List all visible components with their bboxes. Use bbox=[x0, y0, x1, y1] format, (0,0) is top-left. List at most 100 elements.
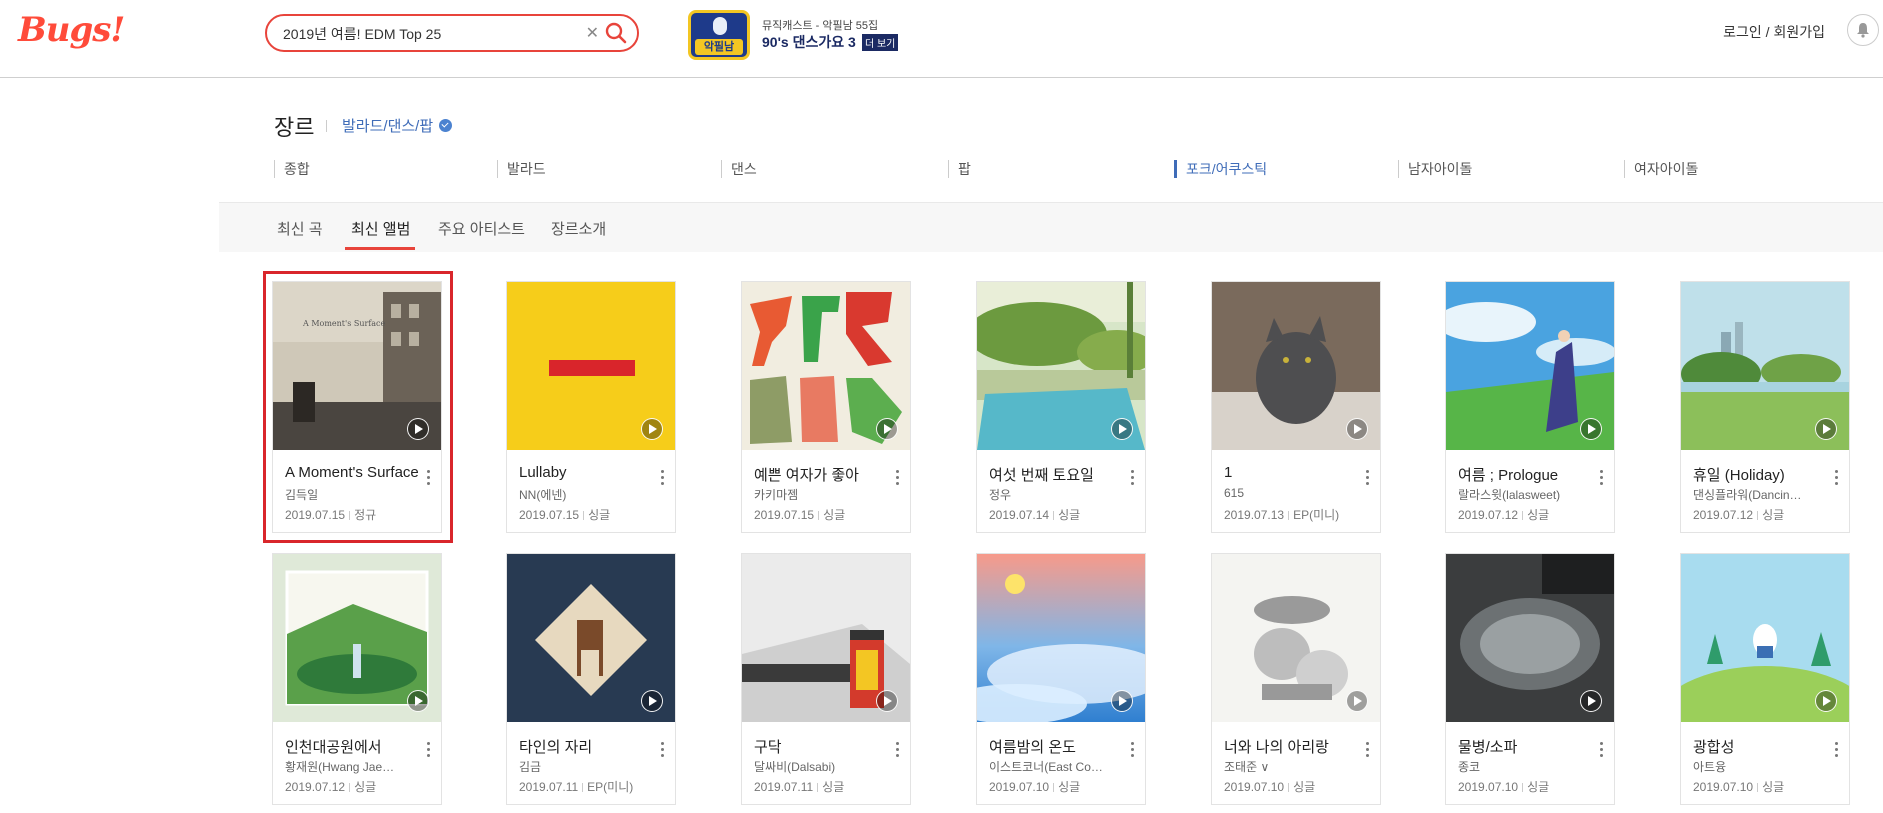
search-input[interactable] bbox=[283, 24, 573, 44]
category-all[interactable]: 종합 bbox=[274, 160, 310, 178]
more-options-icon[interactable] bbox=[659, 742, 665, 760]
album-card[interactable]: 인천대공원에서 황재원(Hwang Jae… 2019.07.12 싱글 bbox=[272, 553, 442, 805]
album-title[interactable]: 예쁜 여자가 좋아 bbox=[754, 464, 890, 485]
album-card[interactable]: 1 615 2019.07.13 EP(미니) bbox=[1211, 281, 1381, 533]
play-icon[interactable] bbox=[1580, 690, 1602, 712]
play-icon[interactable] bbox=[876, 690, 898, 712]
more-options-icon[interactable] bbox=[659, 470, 665, 488]
album-artist[interactable]: 아트융 bbox=[1693, 758, 1823, 775]
more-options-icon[interactable] bbox=[894, 742, 900, 760]
album-title[interactable]: 구닥 bbox=[754, 736, 890, 757]
album-card[interactable]: 광합성 아트융 2019.07.10 싱글 bbox=[1680, 553, 1850, 805]
play-icon[interactable] bbox=[1346, 418, 1368, 440]
album-type: 싱글 bbox=[1762, 780, 1785, 794]
release-date: 2019.07.10 bbox=[989, 780, 1050, 794]
login-signup-link[interactable]: 로그인 / 회원가입 bbox=[1723, 22, 1825, 42]
album-meta: 2019.07.12 싱글 bbox=[285, 778, 376, 795]
play-icon[interactable] bbox=[1346, 690, 1368, 712]
album-title[interactable]: 여름 ; Prologue bbox=[1458, 464, 1594, 485]
album-title[interactable]: 여섯 번째 토요일 bbox=[989, 464, 1125, 485]
tab-main-artists[interactable]: 주요 아티스트 bbox=[438, 218, 525, 239]
album-artist[interactable]: 이스트코너(East Co… bbox=[989, 758, 1119, 775]
more-options-icon[interactable] bbox=[894, 470, 900, 488]
album-title[interactable]: 인천대공원에서 bbox=[285, 736, 421, 757]
clear-icon[interactable]: ✕ bbox=[586, 23, 599, 43]
album-title[interactable]: 1 bbox=[1224, 464, 1360, 481]
album-meta: 2019.07.10 싱글 bbox=[1224, 778, 1315, 795]
album-title[interactable]: 여름밤의 온도 bbox=[989, 736, 1125, 757]
more-options-icon[interactable] bbox=[1598, 470, 1604, 488]
album-type: 싱글 bbox=[354, 780, 377, 794]
album-artist[interactable]: 랄라스윗(lalasweet) bbox=[1458, 486, 1588, 503]
album-card[interactable]: 여섯 번째 토요일 정우 2019.07.14 싱글 bbox=[976, 281, 1146, 533]
album-card[interactable]: 물병/소파 종코 2019.07.10 싱글 bbox=[1445, 553, 1615, 805]
musiccast-promo[interactable]: 악필남 뮤직캐스트 - 악필남 55집 90's 댄스가요 3 더 보기 bbox=[688, 10, 948, 60]
album-artist[interactable]: 종코 bbox=[1458, 758, 1588, 775]
album-title[interactable]: Lullaby bbox=[519, 464, 655, 481]
genre-selector[interactable]: 발라드/댄스/팝 bbox=[342, 115, 453, 136]
release-date: 2019.07.11 bbox=[754, 780, 814, 794]
album-title[interactable]: 물병/소파 bbox=[1458, 736, 1594, 757]
notification-button[interactable] bbox=[1847, 14, 1879, 46]
tab-latest-albums[interactable]: 최신 앨범 bbox=[351, 218, 410, 239]
category-ballad[interactable]: 발라드 bbox=[497, 160, 546, 178]
play-icon[interactable] bbox=[641, 690, 663, 712]
album-artist[interactable]: NN(에넨) bbox=[519, 486, 649, 503]
category-pop[interactable]: 팝 bbox=[948, 160, 971, 178]
album-meta: 2019.07.11 EP(미니) bbox=[519, 778, 633, 795]
album-card[interactable]: 타인의 자리 김금 2019.07.11 EP(미니) bbox=[506, 553, 676, 805]
play-icon[interactable] bbox=[1580, 418, 1602, 440]
promo-title: 90's 댄스가요 3 bbox=[762, 34, 856, 50]
album-card[interactable]: Lullaby NN(에넨) 2019.07.15 싱글 bbox=[506, 281, 676, 533]
more-options-icon[interactable] bbox=[1364, 742, 1370, 760]
album-card[interactable]: 여름밤의 온도 이스트코너(East Co… 2019.07.10 싱글 bbox=[976, 553, 1146, 805]
play-icon[interactable] bbox=[1815, 690, 1837, 712]
more-options-icon[interactable] bbox=[425, 742, 431, 760]
play-icon[interactable] bbox=[1111, 690, 1133, 712]
chevron-down-icon bbox=[439, 119, 453, 132]
album-meta: 2019.07.10 싱글 bbox=[1458, 778, 1549, 795]
more-options-icon[interactable] bbox=[1598, 742, 1604, 760]
album-title[interactable]: 휴일 (Holiday) bbox=[1693, 464, 1829, 485]
play-icon[interactable] bbox=[407, 690, 429, 712]
album-artist[interactable]: 카키마젬 bbox=[754, 486, 884, 503]
tab-genre-intro[interactable]: 장르소개 bbox=[551, 218, 606, 239]
play-icon[interactable] bbox=[876, 418, 898, 440]
more-options-icon[interactable] bbox=[1833, 742, 1839, 760]
album-card[interactable]: 여름 ; Prologue 랄라스윗(lalasweet) 2019.07.12… bbox=[1445, 281, 1615, 533]
album-card[interactable]: 구닥 달싸비(Dalsabi) 2019.07.11 싱글 bbox=[741, 553, 911, 805]
play-icon[interactable] bbox=[1815, 418, 1837, 440]
promo-more-button[interactable]: 더 보기 bbox=[862, 34, 899, 51]
album-artist[interactable]: 정우 bbox=[989, 486, 1119, 503]
album-type: 싱글 bbox=[1527, 780, 1550, 794]
album-title[interactable]: 너와 나의 아리랑 bbox=[1224, 736, 1360, 757]
album-card[interactable]: 예쁜 여자가 좋아 카키마젬 2019.07.15 싱글 bbox=[741, 281, 911, 533]
bugs-logo[interactable]: Bugs! bbox=[18, 10, 125, 50]
album-card[interactable]: 휴일 (Holiday) 댄싱플라워(Dancin… 2019.07.12 싱글 bbox=[1680, 281, 1850, 533]
album-meta: 2019.07.10 싱글 bbox=[1693, 778, 1784, 795]
album-artist[interactable]: 달싸비(Dalsabi) bbox=[754, 758, 884, 775]
more-options-icon[interactable] bbox=[1364, 470, 1370, 488]
album-artist[interactable]: 황재원(Hwang Jae… bbox=[285, 758, 415, 775]
album-card[interactable]: 너와 나의 아리랑 조태준 ∨ 2019.07.10 싱글 bbox=[1211, 553, 1381, 805]
album-meta: 2019.07.13 EP(미니) bbox=[1224, 506, 1339, 523]
category-girl-idol[interactable]: 여자아이돌 bbox=[1624, 160, 1698, 178]
play-icon[interactable] bbox=[641, 418, 663, 440]
tab-latest-songs[interactable]: 최신 곡 bbox=[277, 218, 323, 239]
album-artist[interactable]: 615 bbox=[1224, 486, 1354, 500]
more-options-icon[interactable] bbox=[1129, 742, 1135, 760]
album-title[interactable]: 타인의 자리 bbox=[519, 736, 655, 757]
album-artist[interactable]: 댄싱플라워(Dancin… bbox=[1693, 486, 1823, 503]
category-dance[interactable]: 댄스 bbox=[721, 160, 757, 178]
play-icon[interactable] bbox=[1111, 418, 1133, 440]
more-options-icon[interactable] bbox=[1129, 470, 1135, 488]
more-options-icon[interactable] bbox=[1833, 470, 1839, 488]
album-artist[interactable]: 조태준 ∨ bbox=[1224, 758, 1354, 775]
divider bbox=[326, 120, 327, 132]
album-title[interactable]: 광합성 bbox=[1693, 736, 1829, 757]
album-artist[interactable]: 김금 bbox=[519, 758, 649, 775]
album-type: EP(미니) bbox=[587, 780, 634, 794]
search-icon[interactable] bbox=[605, 22, 627, 44]
category-boy-idol[interactable]: 남자아이돌 bbox=[1398, 160, 1472, 178]
category-folk-acoustic[interactable]: 포크/어쿠스틱 bbox=[1174, 160, 1267, 178]
